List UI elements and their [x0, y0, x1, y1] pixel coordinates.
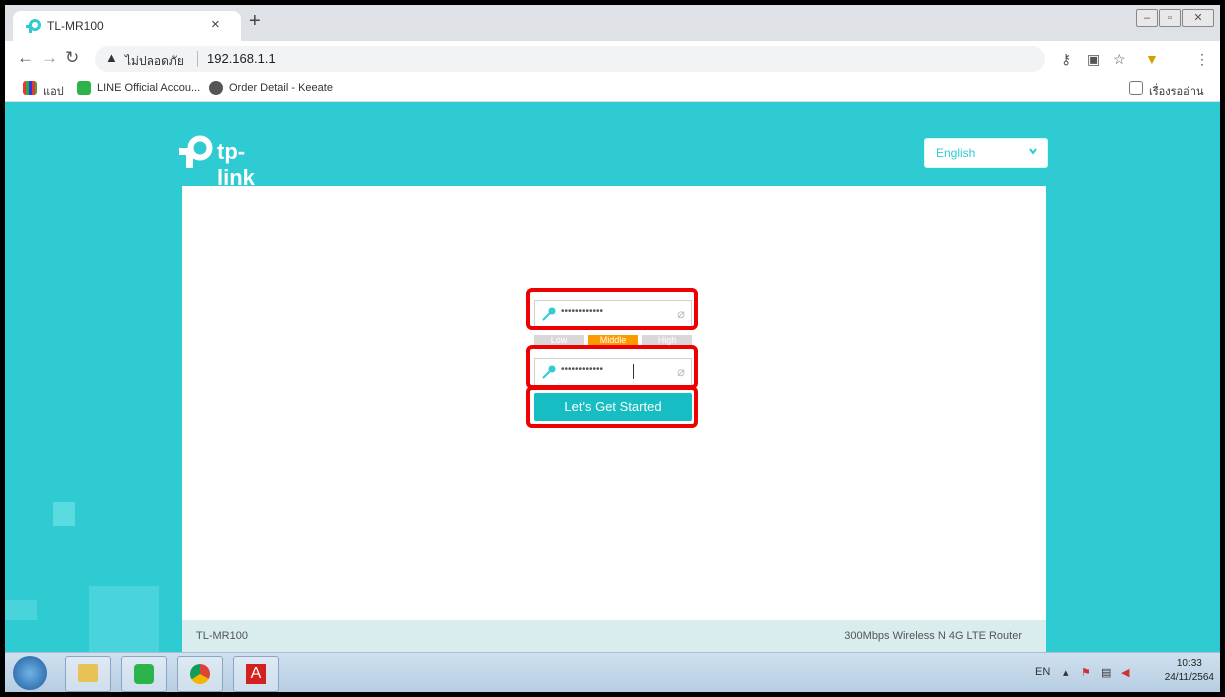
address-bar: ← → ↻ ▲ ไม่ปลอดภัย 192.168.1.1 ⚷ ▣ ☆ ▼ ⋮: [5, 41, 1220, 77]
page-footer: TL-MR100 300Mbps Wireless N 4G LTE Route…: [182, 620, 1046, 652]
footer-description: 300Mbps Wireless N 4G LTE Router: [844, 630, 1022, 642]
reading-list-icon: [1129, 81, 1143, 95]
extension-icon[interactable]: ▼: [1145, 51, 1159, 67]
clock[interactable]: 10:33 24/11/2564: [1165, 657, 1214, 685]
bookmark-star-icon[interactable]: ☆: [1113, 51, 1126, 67]
key-icon[interactable]: ⚷: [1061, 51, 1071, 67]
tab-bar: TL-MR100 × + – ▫ ✕: [5, 5, 1220, 41]
omnibox-separator: [197, 51, 198, 67]
highlight-box: [526, 386, 698, 428]
tray-volume-icon[interactable]: ◀: [1121, 666, 1129, 679]
decor-square: [5, 600, 37, 620]
maximize-button[interactable]: ▫: [1159, 9, 1181, 27]
highlight-box: [526, 288, 698, 330]
tray-network-icon[interactable]: ▤: [1101, 666, 1111, 679]
chrome-icon: [190, 664, 210, 684]
reload-icon[interactable]: ↻: [65, 49, 79, 67]
tp-link-logo: tp-link: [177, 135, 255, 190]
tp-link-favicon-icon: [26, 19, 41, 33]
highlight-box: [526, 345, 698, 389]
decor-square: [53, 502, 75, 526]
clock-date: 24/11/2564: [1164, 672, 1214, 683]
chevron-down-icon: [1029, 148, 1037, 155]
forward-icon[interactable]: →: [41, 49, 58, 67]
bookmark-apps[interactable]: แอป: [43, 82, 64, 100]
chrome-taskbar-icon[interactable]: [177, 656, 223, 692]
bookmark-line[interactable]: LINE Official Accou...: [97, 82, 200, 94]
language-value: English: [936, 146, 976, 160]
security-label[interactable]: ไม่ปลอดภัย: [125, 52, 184, 71]
footer-model: TL-MR100: [196, 630, 248, 642]
screen: TL-MR100 × + – ▫ ✕ ← → ↻ ▲ ไม่ปลอดภัย 19…: [5, 5, 1220, 692]
bookmarks-bar: แอป LINE Official Accou... Order Detail …: [5, 77, 1220, 102]
line-icon: [77, 81, 91, 95]
close-window-button[interactable]: ✕: [1182, 9, 1214, 27]
input-language[interactable]: EN: [1035, 666, 1050, 678]
strength-middle: Middle: [588, 335, 638, 345]
tab-close-icon[interactable]: ×: [211, 16, 220, 33]
router-page: tp-link English •••••••••••• ⌀ Low Middl…: [5, 102, 1220, 652]
explorer-taskbar-icon[interactable]: [65, 656, 111, 692]
strength-low: Low: [534, 335, 584, 345]
logo-text: tp-link: [217, 139, 255, 190]
url-text[interactable]: 192.168.1.1: [207, 51, 276, 66]
tab-tl-mr100[interactable]: TL-MR100 ×: [13, 11, 241, 41]
clock-time: 10:33: [1176, 658, 1202, 669]
start-button[interactable]: [13, 656, 47, 690]
apps-icon[interactable]: [23, 81, 37, 95]
strength-high: High: [642, 335, 692, 345]
new-tab-button[interactable]: +: [249, 11, 261, 31]
folder-icon: [78, 664, 98, 682]
bookmark-order-detail[interactable]: Order Detail - Keeate: [229, 82, 333, 94]
language-select[interactable]: English: [924, 138, 1048, 168]
translate-icon[interactable]: ▣: [1087, 51, 1100, 67]
omnibox[interactable]: ▲ ไม่ปลอดภัย 192.168.1.1: [95, 46, 1045, 72]
tray-flag-icon[interactable]: ⚑: [1081, 666, 1091, 679]
windows-taskbar: A EN ▴ ⚑ ▤ ◀ 10:33 24/11/2564: [5, 652, 1220, 692]
tp-link-logo-icon: [179, 135, 213, 168]
tray-expand-icon[interactable]: ▴: [1063, 666, 1069, 679]
minimize-button[interactable]: –: [1136, 9, 1158, 27]
red-app-icon: A: [246, 664, 266, 684]
app-taskbar-icon[interactable]: A: [233, 656, 279, 692]
back-icon[interactable]: ←: [17, 49, 34, 67]
tab-title: TL-MR100: [47, 19, 104, 33]
decor-square: [89, 586, 159, 652]
line-taskbar-icon[interactable]: [121, 656, 167, 692]
menu-icon[interactable]: ⋮: [1195, 51, 1209, 67]
reading-list[interactable]: เรื่องรออ่าน: [1149, 82, 1203, 100]
globe-icon: [209, 81, 223, 95]
line-app-icon: [134, 664, 154, 684]
warning-icon[interactable]: ▲: [105, 50, 118, 65]
